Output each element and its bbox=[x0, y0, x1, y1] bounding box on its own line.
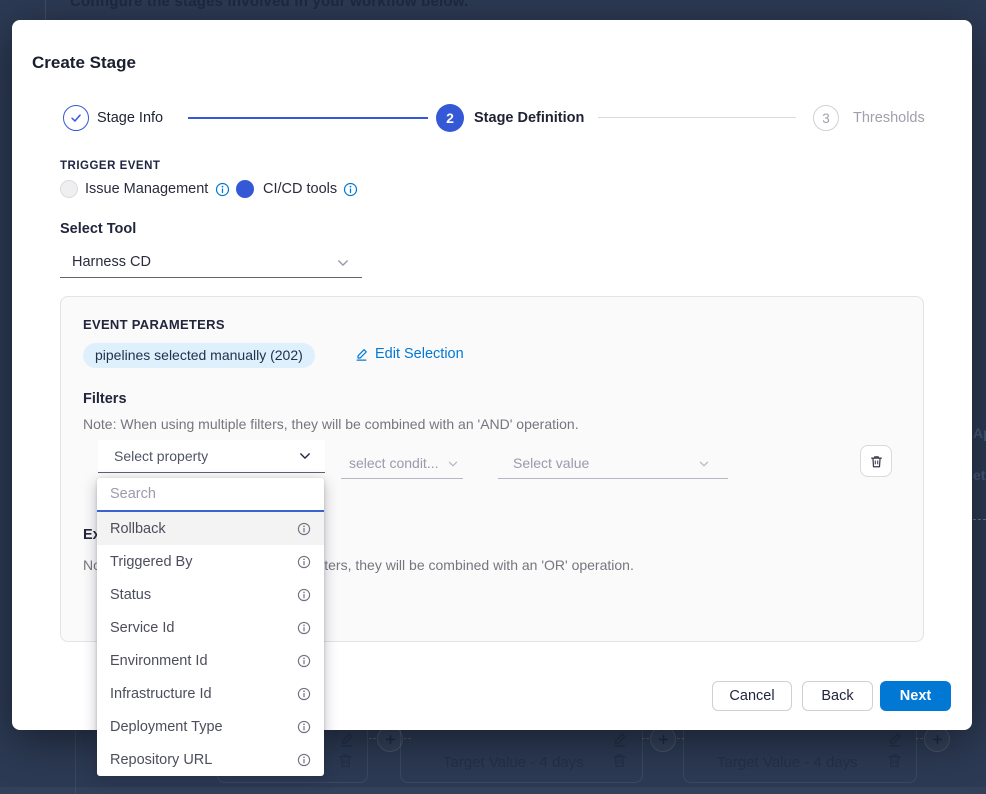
dropdown-option-service-id[interactable]: Service Id bbox=[97, 611, 324, 644]
select-tool-label: Select Tool bbox=[60, 221, 136, 237]
trigger-event-label: TRIGGER EVENT bbox=[60, 160, 160, 172]
dropdown-option-repository-url[interactable]: Repository URL bbox=[97, 743, 324, 776]
filters-title: Filters bbox=[83, 391, 127, 407]
back-button[interactable]: Back bbox=[802, 681, 873, 711]
step-1-indicator[interactable] bbox=[63, 105, 89, 131]
info-icon[interactable] bbox=[297, 687, 311, 701]
filter-property-dropdown[interactable]: Select property bbox=[98, 440, 325, 473]
filter-condition-dropdown[interactable]: select condit... bbox=[341, 449, 463, 479]
trash-icon bbox=[886, 752, 903, 769]
info-icon[interactable] bbox=[297, 753, 311, 767]
trash-icon bbox=[869, 454, 884, 469]
info-icon[interactable] bbox=[343, 182, 358, 197]
trash-icon bbox=[611, 752, 628, 769]
info-icon[interactable] bbox=[215, 182, 230, 197]
option-label: Service Id bbox=[110, 620, 174, 636]
info-icon[interactable] bbox=[297, 720, 311, 734]
step-1-label[interactable]: Stage Info bbox=[97, 110, 163, 126]
radio-cicd-tools[interactable] bbox=[236, 180, 254, 198]
step-3-indicator[interactable]: 3 bbox=[813, 105, 839, 131]
chevron-down-icon bbox=[698, 458, 710, 470]
backdrop-card-label: Target Value - 4 days bbox=[443, 754, 584, 771]
chevron-down-icon bbox=[298, 449, 312, 463]
radio-issue-management[interactable] bbox=[60, 180, 78, 198]
property-dropdown-menu: Rollback Triggered By Status Service Id … bbox=[97, 478, 324, 776]
select-tool-value: Harness CD bbox=[72, 254, 151, 270]
edit-selection-label: Edit Selection bbox=[375, 346, 464, 362]
info-icon[interactable] bbox=[297, 555, 311, 569]
filter-value-dropdown[interactable]: Select value bbox=[498, 449, 728, 479]
backdrop-connector bbox=[369, 738, 376, 739]
radio-issue-management-label[interactable]: Issue Management bbox=[85, 181, 208, 197]
plus-icon bbox=[931, 733, 944, 746]
step-2-indicator[interactable]: 2 bbox=[436, 104, 464, 132]
cancel-button[interactable]: Cancel bbox=[712, 681, 792, 711]
filters-note: Note: When using multiple filters, they … bbox=[83, 416, 579, 432]
stepper-connector-upcoming bbox=[598, 117, 796, 118]
dropdown-option-environment-id[interactable]: Environment Id bbox=[97, 644, 324, 677]
filter-value-placeholder: Select value bbox=[513, 455, 589, 471]
edit-icon bbox=[886, 731, 903, 748]
edit-icon bbox=[338, 731, 355, 748]
chevron-down-icon bbox=[447, 458, 459, 470]
next-button[interactable]: Next bbox=[880, 681, 951, 711]
option-label: Repository URL bbox=[110, 752, 212, 768]
info-icon[interactable] bbox=[297, 621, 311, 635]
modal-title: Create Stage bbox=[32, 53, 136, 73]
dropdown-option-rollback[interactable]: Rollback bbox=[97, 512, 324, 545]
backdrop-column-line bbox=[75, 729, 76, 794]
backdrop-dashed-line bbox=[973, 519, 986, 520]
selection-pill: pipelines selected manually (202) bbox=[83, 343, 315, 368]
step-2-label[interactable]: Stage Definition bbox=[474, 110, 584, 126]
option-label: Infrastructure Id bbox=[110, 686, 212, 702]
create-stage-modal: Create Stage Stage Info 2 Stage Definiti… bbox=[12, 20, 972, 730]
stepper-connector-active bbox=[188, 117, 428, 119]
screen: Configure the stages involved in your wo… bbox=[0, 0, 986, 794]
filter-condition-placeholder: select condit... bbox=[349, 455, 439, 471]
dropdown-option-deployment-type[interactable]: Deployment Type bbox=[97, 710, 324, 743]
trash-icon bbox=[337, 752, 354, 769]
option-label: Rollback bbox=[110, 521, 166, 537]
info-icon[interactable] bbox=[297, 522, 311, 536]
edit-icon bbox=[354, 347, 369, 362]
option-label: Status bbox=[110, 587, 151, 603]
search-input[interactable] bbox=[110, 486, 311, 502]
backdrop-text-fragment: Ap bbox=[973, 425, 986, 441]
backdrop-connector bbox=[916, 738, 923, 739]
backdrop-connector bbox=[642, 738, 649, 739]
dropdown-option-infrastructure-id[interactable]: Infrastructure Id bbox=[97, 677, 324, 710]
radio-cicd-tools-label[interactable]: CI/CD tools bbox=[263, 181, 337, 197]
info-icon[interactable] bbox=[297, 588, 311, 602]
plus-icon bbox=[657, 733, 670, 746]
option-label: Environment Id bbox=[110, 653, 208, 669]
option-label: Deployment Type bbox=[110, 719, 223, 735]
plus-icon bbox=[384, 733, 397, 746]
dropdown-search[interactable] bbox=[97, 478, 324, 512]
check-icon bbox=[69, 111, 83, 125]
step-3-label[interactable]: Thresholds bbox=[853, 110, 925, 126]
dropdown-option-triggered-by[interactable]: Triggered By bbox=[97, 545, 324, 578]
event-parameters-title: EVENT PARAMETERS bbox=[83, 317, 225, 332]
backdrop-page-subtitle: Configure the stages involved in your wo… bbox=[70, 0, 468, 10]
dropdown-option-status[interactable]: Status bbox=[97, 578, 324, 611]
delete-filter-button[interactable] bbox=[860, 445, 892, 477]
backdrop-bottom-band bbox=[0, 787, 986, 794]
filter-property-placeholder: Select property bbox=[114, 448, 208, 464]
info-icon[interactable] bbox=[297, 654, 311, 668]
backdrop-card-label: Target Value - 4 days bbox=[717, 754, 858, 771]
option-label: Triggered By bbox=[110, 554, 192, 570]
select-tool-dropdown[interactable]: Harness CD bbox=[60, 247, 362, 278]
edit-selection-link[interactable]: Edit Selection bbox=[354, 346, 464, 362]
chevron-down-icon bbox=[336, 256, 350, 270]
backdrop-text-fragment: et bbox=[973, 467, 985, 483]
edit-icon bbox=[611, 731, 628, 748]
